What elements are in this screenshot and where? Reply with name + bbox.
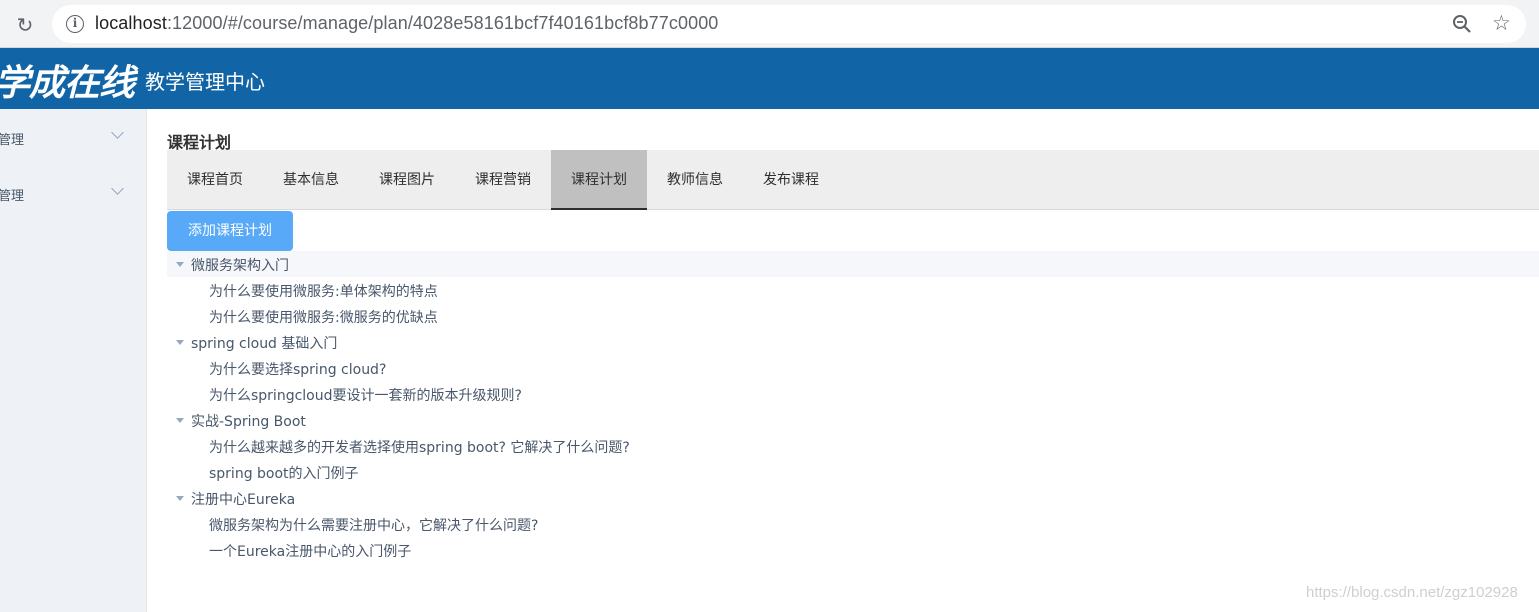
tree-node-label: 为什么越来越多的开发者选择使用spring boot? 它解决了什么问题? bbox=[209, 440, 630, 456]
tree-node-label: 为什么要选择spring cloud? bbox=[209, 362, 387, 378]
watermark: https://blog.csdn.net/zgz102928 bbox=[1306, 584, 1518, 601]
tree-node-label: 为什么springcloud要设计一套新的版本升级规则? bbox=[209, 388, 522, 404]
tree-node-chapter[interactable]: 实战-Spring Boot bbox=[167, 407, 1539, 433]
caret-down-icon[interactable] bbox=[176, 418, 184, 423]
tree-node-label: 微服务架构为什么需要注册中心，它解决了什么问题? bbox=[209, 518, 539, 534]
add-course-plan-button[interactable]: 添加课程计划 bbox=[167, 211, 293, 251]
tree-node-section[interactable]: 为什么越来越多的开发者选择使用spring boot? 它解决了什么问题? bbox=[167, 433, 1539, 459]
tab-course-home[interactable]: 课程首页 bbox=[167, 150, 263, 210]
tree-node-section[interactable]: 为什么要选择spring cloud? bbox=[167, 355, 1539, 381]
tree-node-section[interactable]: 为什么要使用微服务:微服务的优缺点 bbox=[167, 303, 1539, 329]
browser-toolbar: ↻ i localhost:12000/#/course/manage/plan… bbox=[0, 0, 1539, 48]
tree-node-section[interactable]: 为什么要使用微服务:单体架构的特点 bbox=[167, 277, 1539, 303]
sidebar-item-label: 管理 bbox=[0, 189, 25, 204]
sidebar-item-2[interactable]: 管理 bbox=[0, 173, 147, 213]
caret-down-icon[interactable] bbox=[176, 340, 184, 345]
tab-course-plan[interactable]: 课程计划 bbox=[551, 150, 647, 210]
sidebar-item-1[interactable]: 管理 bbox=[0, 117, 147, 157]
chevron-down-icon bbox=[111, 182, 124, 195]
app-header: 学成在线 教学管理中心 bbox=[0, 48, 1539, 109]
tree-node-chapter[interactable]: 注册中心Eureka bbox=[167, 485, 1539, 511]
tree-node-label: spring boot的入门例子 bbox=[209, 466, 359, 482]
app-title: 教学管理中心 bbox=[145, 70, 265, 94]
chevron-down-icon bbox=[111, 126, 124, 139]
tree-node-label: 注册中心Eureka bbox=[191, 492, 296, 508]
tree-node-section[interactable]: 为什么springcloud要设计一套新的版本升级规则? bbox=[167, 381, 1539, 407]
sidebar-item-label: 管理 bbox=[0, 133, 25, 148]
course-plan-tree: 微服务架构入门 为什么要使用微服务:单体架构的特点 为什么要使用微服务:微服务的… bbox=[167, 251, 1539, 563]
caret-down-icon[interactable] bbox=[176, 496, 184, 501]
caret-down-icon[interactable] bbox=[176, 262, 184, 267]
bookmark-star-icon[interactable]: ☆ bbox=[1492, 11, 1511, 35]
tree-node-section[interactable]: 微服务架构为什么需要注册中心，它解决了什么问题? bbox=[167, 511, 1539, 537]
info-icon[interactable]: i bbox=[66, 15, 84, 33]
tab-basic-info[interactable]: 基本信息 bbox=[263, 150, 359, 210]
sidebar: 管理 管理 bbox=[0, 109, 147, 612]
tab-course-picture[interactable]: 课程图片 bbox=[359, 150, 455, 210]
tree-node-section[interactable]: spring boot的入门例子 bbox=[167, 459, 1539, 485]
tree-node-chapter[interactable]: 微服务架构入门 bbox=[167, 251, 1539, 277]
tree-node-label: 为什么要使用微服务:微服务的优缺点 bbox=[209, 310, 438, 326]
url-text[interactable]: localhost:12000/#/course/manage/plan/402… bbox=[95, 13, 718, 34]
logo[interactable]: 学成在线 bbox=[0, 54, 135, 106]
tree-node-label: spring cloud 基础入门 bbox=[191, 336, 338, 352]
tree-node-label: 实战-Spring Boot bbox=[191, 414, 306, 430]
reload-icon[interactable]: ↻ bbox=[12, 12, 38, 38]
zoom-icon[interactable] bbox=[1452, 14, 1472, 34]
url-host: localhost bbox=[95, 13, 167, 33]
tree-node-label: 为什么要使用微服务:单体架构的特点 bbox=[209, 284, 438, 300]
tree-node-label: 微服务架构入门 bbox=[191, 258, 289, 274]
address-bar[interactable]: i localhost:12000/#/course/manage/plan/4… bbox=[52, 5, 1526, 43]
tab-course-marketing[interactable]: 课程营销 bbox=[455, 150, 551, 210]
tab-publish-course[interactable]: 发布课程 bbox=[743, 150, 839, 210]
tree-node-chapter[interactable]: spring cloud 基础入门 bbox=[167, 329, 1539, 355]
tab-teacher-info[interactable]: 教师信息 bbox=[647, 150, 743, 210]
tree-node-label: 一个Eureka注册中心的入门例子 bbox=[209, 544, 412, 560]
url-path: :12000/#/course/manage/plan/4028e58161bc… bbox=[166, 13, 719, 33]
course-tabs: 课程首页 基本信息 课程图片 课程营销 课程计划 教师信息 发布课程 bbox=[167, 150, 1539, 210]
tree-node-section[interactable]: 一个Eureka注册中心的入门例子 bbox=[167, 537, 1539, 563]
